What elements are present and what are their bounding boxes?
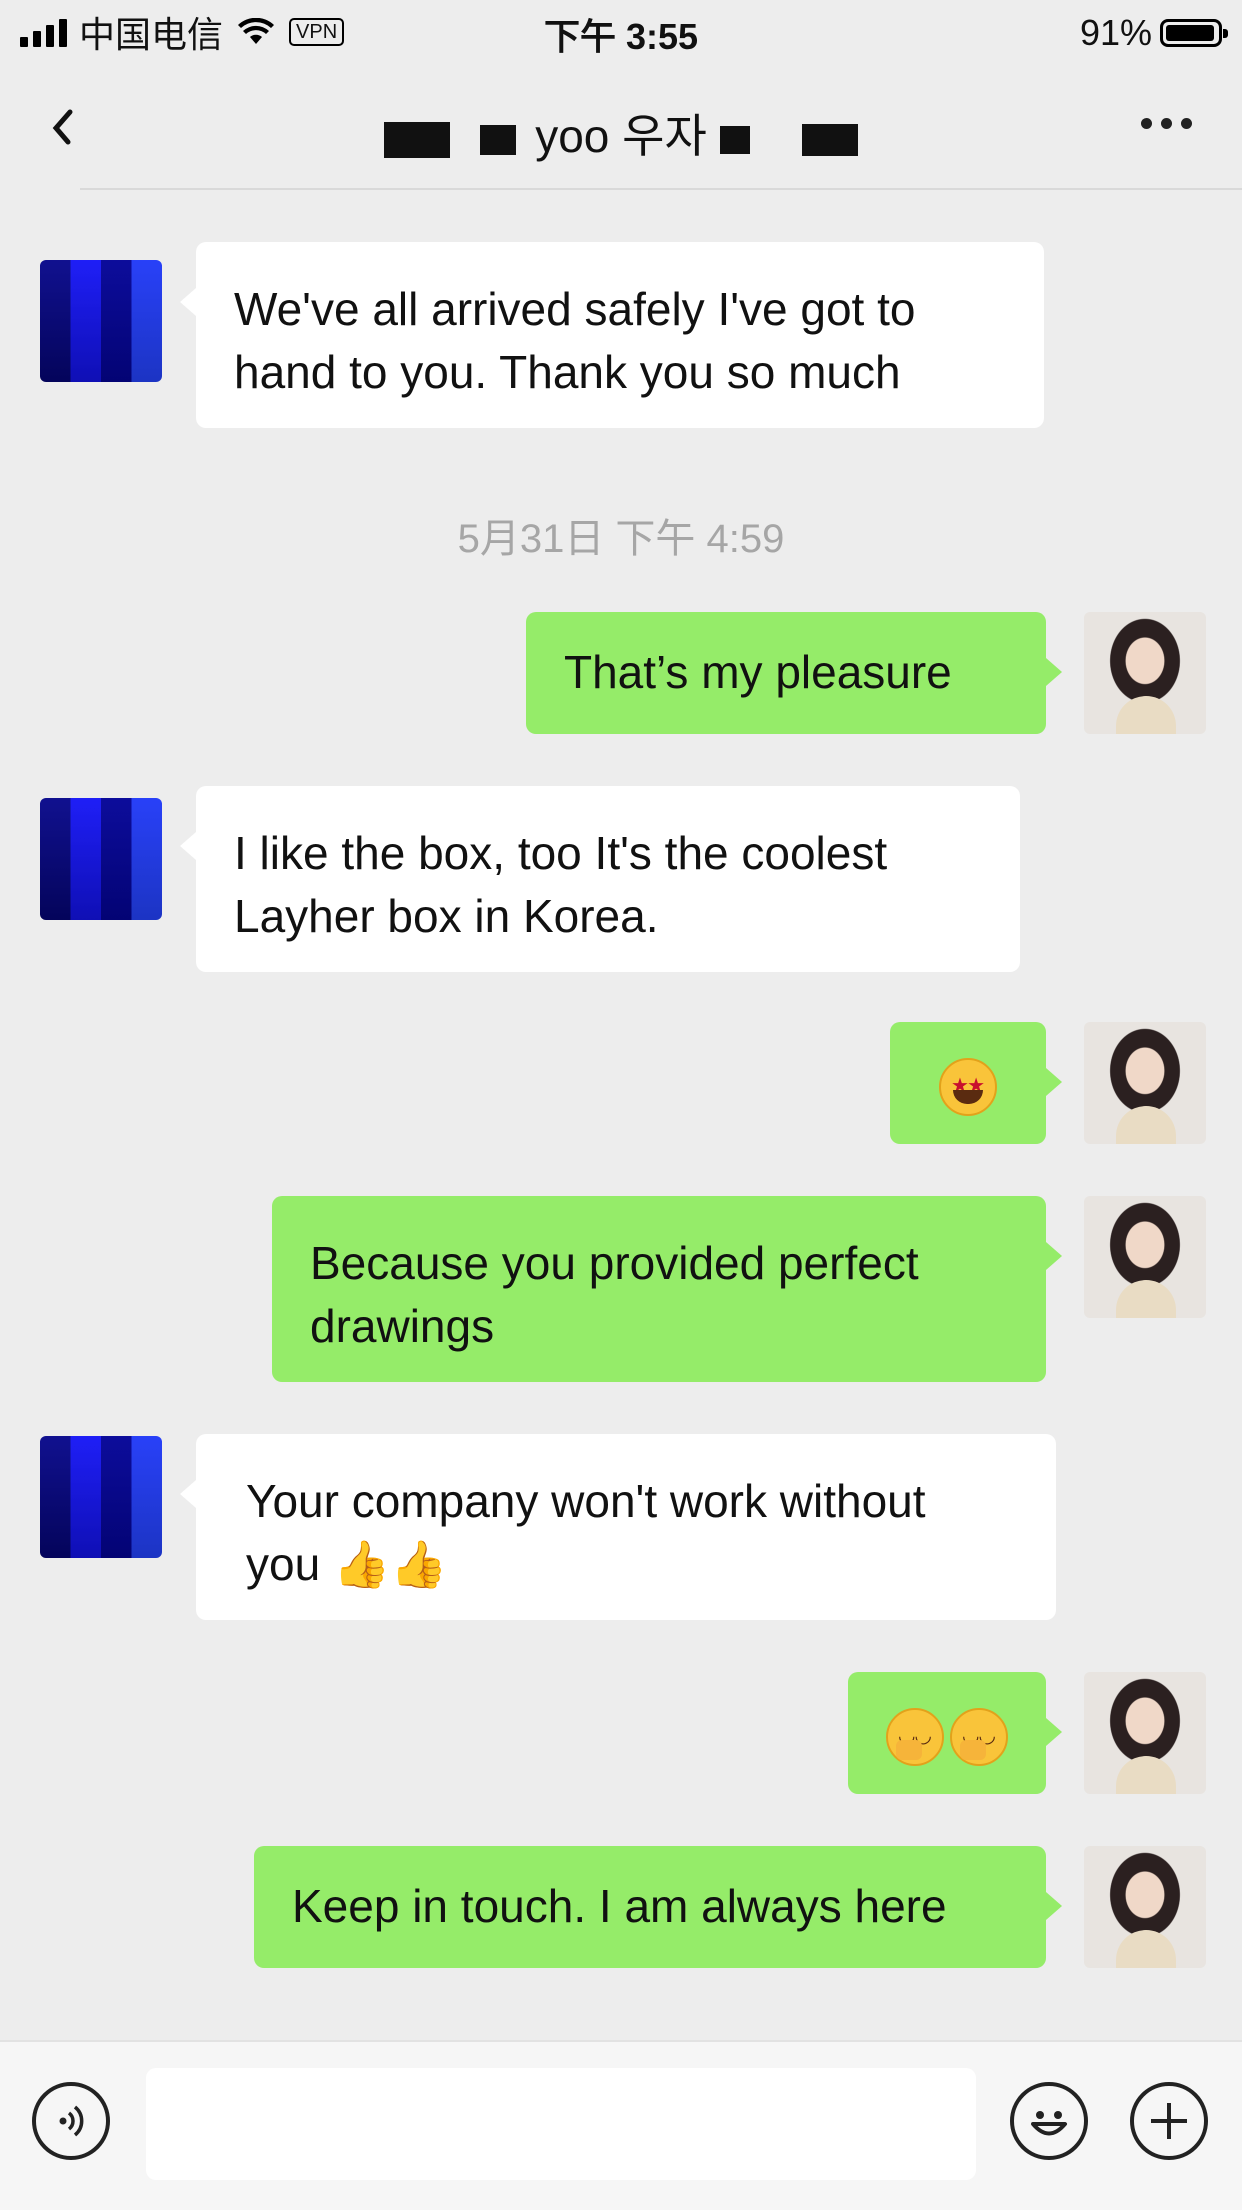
message-line: hand to you. Thank you so much [234, 346, 901, 398]
hand-over-mouth-emoji-icon: ◡ ◡ [886, 1707, 944, 1766]
emoji-icon[interactable] [1010, 2082, 1088, 2160]
nav-divider [80, 188, 1242, 190]
status-right: 91% [1079, 12, 1228, 54]
star-struck-emoji-icon: ★ ★ [939, 1057, 997, 1116]
hand-over-mouth-emoji-icon: ◡ ◡ [950, 1707, 1008, 1766]
nav-bar: yoo 우자 [0, 62, 1242, 190]
user-avatar[interactable] [1084, 1672, 1206, 1794]
message-bubble-received[interactable]: Your company won't work without you 👍👍 [180, 1434, 1056, 1620]
message-line: I like the box, too It's the coolest [234, 827, 888, 879]
message-input[interactable] [146, 2068, 976, 2180]
chat-title[interactable]: yoo 우자 [0, 100, 1242, 166]
message-line: That’s my pleasure [564, 646, 952, 698]
user-avatar[interactable] [1084, 1846, 1206, 1968]
chat-title-text: yoo 우자 [535, 110, 707, 162]
more-dots-icon[interactable] [1141, 118, 1192, 129]
battery-percent: 91% [1079, 12, 1152, 53]
message-bubble-sent[interactable]: That’s my pleasure [526, 612, 1062, 734]
user-avatar[interactable] [1084, 612, 1206, 734]
message-line: Layher box in Korea. [234, 890, 659, 942]
status-bar: 中国电信 VPN 下午 3:55 91% [0, 0, 1242, 62]
redaction-block [383, 121, 450, 158]
voice-icon[interactable] [32, 2082, 110, 2160]
user-avatar[interactable] [1084, 1022, 1206, 1144]
redaction-block [719, 125, 750, 154]
redaction-block [802, 123, 859, 156]
battery-icon [1160, 19, 1228, 47]
status-time: 下午 3:55 [543, 16, 699, 57]
contact-avatar[interactable] [40, 260, 162, 382]
input-bar [0, 2040, 1242, 2210]
contact-avatar[interactable] [40, 798, 162, 920]
message-bubble-received[interactable]: I like the box, too It's the coolest Lay… [180, 786, 1020, 972]
contact-avatar[interactable] [40, 1436, 162, 1558]
message-bubble-received[interactable]: We've all arrived safely I've got to han… [180, 242, 1044, 428]
message-line: We've all arrived safely I've got to [234, 283, 916, 335]
plus-icon[interactable] [1130, 2082, 1208, 2160]
message-line: Your company won't work without [246, 1475, 926, 1527]
message-bubble-sent[interactable]: Keep in touch. I am always here [254, 1846, 1062, 1968]
user-avatar[interactable] [1084, 1196, 1206, 1318]
message-line: you 👍👍 [246, 1538, 448, 1590]
message-line: drawings [310, 1300, 495, 1352]
message-bubble-sent[interactable]: ★★ 🤩 [890, 1022, 1062, 1144]
message-line: Keep in touch. I am always here [292, 1880, 947, 1932]
message-bubble-sent[interactable]: Because you provided perfect drawings [272, 1196, 1062, 1382]
message-line: Because you provided perfect [310, 1237, 919, 1289]
redaction-block [480, 124, 517, 155]
message-bubble-sent[interactable]: ◡◡ ◡◡ 🤭🤭 [848, 1672, 1062, 1794]
chat-timestamp: 5月31日 下午 4:59 [457, 517, 785, 561]
